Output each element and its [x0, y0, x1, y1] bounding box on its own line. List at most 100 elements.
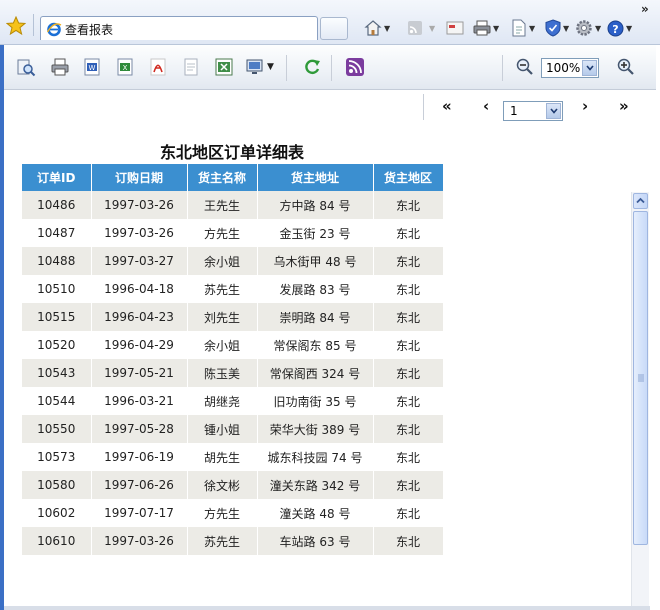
scroll-up-button[interactable]	[633, 193, 648, 209]
export-word-icon[interactable]: W	[82, 57, 102, 77]
table-cell: 方先生	[187, 219, 258, 247]
toolbar-overflow-chevron[interactable]: »	[641, 2, 649, 16]
find-icon[interactable]	[16, 57, 36, 77]
table-cell: 乌木街甲 48 号	[257, 247, 374, 275]
tab-title: 查看报表	[65, 23, 114, 37]
table-cell: 10487	[22, 219, 92, 247]
zoom-value: 100%	[546, 61, 581, 75]
chevron-down-icon: ▼	[626, 23, 633, 33]
toolbar-separator	[286, 55, 287, 81]
table-cell: 1997-03-26	[91, 219, 188, 247]
status-strip	[4, 606, 650, 610]
table-cell: 陈玉美	[187, 359, 258, 387]
vertical-scrollbar[interactable]	[631, 192, 649, 610]
export-excel-data-icon[interactable]	[214, 57, 234, 77]
table-cell: 东北	[373, 471, 444, 499]
zoom-out-icon[interactable]	[515, 57, 535, 77]
last-page-button[interactable]: »	[619, 98, 629, 114]
favorites-star-icon[interactable]	[6, 16, 26, 36]
report-toolbar: W X ▼ 100%	[4, 45, 656, 90]
table-row: 10520 1996-04-29 余小姐 常保阁东 85 号东北	[22, 331, 444, 359]
safety-menu-button[interactable]: ▼	[545, 18, 569, 38]
browser-tab[interactable]: 查看报表	[40, 16, 318, 40]
page-dropdown-button[interactable]	[546, 103, 561, 119]
table-cell: 车站路 63 号	[257, 527, 374, 555]
table-cell: 10544	[22, 387, 92, 415]
table-row: 10580 1997-06-26 徐文彬 潼关东路 342 号东北	[22, 471, 444, 499]
table-cell: 荣华大街 389 号	[257, 415, 374, 443]
table-row: 10487 1997-03-26 方先生 金玉街 23 号东北	[22, 219, 444, 247]
page-number-value: 1	[510, 104, 518, 118]
table-cell: 城东科技园 74 号	[257, 443, 374, 471]
chevron-down-icon: ▼	[595, 23, 602, 33]
table-cell: 1996-03-21	[91, 387, 188, 415]
tools-menu-button[interactable]: ▼	[575, 18, 601, 38]
refresh-icon[interactable]	[302, 57, 322, 77]
table-row: 10515 1996-04-23 刘先生 崇明路 84 号东北	[22, 303, 444, 331]
zoom-select[interactable]: 100%	[541, 58, 599, 78]
table-cell: 10610	[22, 527, 92, 555]
table-cell: 东北	[373, 499, 444, 527]
table-cell: 锺小姐	[187, 415, 258, 443]
export-excel-icon[interactable]: X	[115, 57, 135, 77]
scroll-thumb[interactable]	[633, 211, 648, 545]
page-menu-button[interactable]: ▼	[511, 18, 535, 38]
table-cell: 1997-07-17	[91, 499, 188, 527]
chevron-down-icon: ▼	[429, 23, 436, 33]
table-cell: 刘先生	[187, 303, 258, 331]
table-row: 10544 1996-03-21 胡继尧 旧功南街 35 号东北	[22, 387, 444, 415]
table-cell: 东北	[373, 219, 444, 247]
svg-text:X: X	[123, 64, 128, 72]
table-cell: 潼关路 48 号	[257, 499, 374, 527]
rss-icon[interactable]	[345, 57, 365, 77]
zoom-in-icon[interactable]	[616, 57, 636, 77]
report-title: 东北地区订单详细表	[159, 143, 304, 162]
table-cell: 旧功南街 35 号	[257, 387, 374, 415]
table-cell: 东北	[373, 247, 444, 275]
table-cell: 东北	[373, 275, 444, 303]
table-row: 10510 1996-04-18 苏先生 发展路 83 号东北	[22, 275, 444, 303]
print-button[interactable]: ▼	[473, 18, 499, 38]
first-page-button[interactable]: «	[442, 98, 452, 114]
table-cell: 余小姐	[187, 331, 258, 359]
ie-page-icon	[46, 22, 62, 37]
window-left-border	[0, 45, 4, 610]
column-header: 订单ID	[22, 164, 92, 191]
report-table: 订单ID 订购日期 货主名称 货主地址 货主地区 10486 1997-03-26 王先生方…	[22, 164, 444, 555]
table-cell: 10550	[22, 415, 92, 443]
svg-text:W: W	[89, 64, 96, 72]
table-cell: 10510	[22, 275, 92, 303]
table-cell: 1997-03-26	[91, 191, 188, 219]
page-number-select[interactable]: 1	[503, 101, 563, 121]
column-header: 货主名称	[187, 164, 258, 191]
home-button[interactable]: ▼	[364, 18, 390, 38]
table-cell: 1996-04-29	[91, 331, 188, 359]
export-text-icon[interactable]	[181, 57, 201, 77]
chevron-down-icon[interactable]: ▼	[267, 62, 274, 72]
table-cell: 1997-05-28	[91, 415, 188, 443]
table-cell: 潼关东路 342 号	[257, 471, 374, 499]
feeds-button[interactable]: ▼	[407, 18, 435, 38]
home-icon	[364, 20, 382, 36]
table-row: 10573 1997-06-19 胡先生 城东科技园 74 号东北	[22, 443, 444, 471]
help-menu-button[interactable]: ? ▼	[607, 18, 632, 38]
display-mode-icon[interactable]	[246, 57, 266, 77]
new-tab-button[interactable]	[320, 17, 348, 40]
table-cell: 10543	[22, 359, 92, 387]
zoom-dropdown-button[interactable]	[582, 60, 597, 76]
table-row: 10488 1997-03-27 余小姐 乌木街甲 48 号东北	[22, 247, 444, 275]
export-pdf-icon[interactable]	[148, 57, 168, 77]
next-page-button[interactable]: ›	[582, 98, 588, 114]
previous-page-button[interactable]: ‹	[483, 98, 489, 114]
table-cell: 方中路 84 号	[257, 191, 374, 219]
table-cell: 10602	[22, 499, 92, 527]
table-row: 10550 1997-05-28 锺小姐 荣华大街 389 号东北	[22, 415, 444, 443]
read-mail-button[interactable]	[446, 18, 464, 38]
page-navigation: « ‹ 1 › »	[4, 90, 656, 124]
table-row: 10602 1997-07-17 方先生 潼关路 48 号东北	[22, 499, 444, 527]
print-icon[interactable]	[50, 57, 70, 77]
table-cell: 崇明路 84 号	[257, 303, 374, 331]
nav-separator	[423, 94, 424, 120]
table-cell: 1996-04-18	[91, 275, 188, 303]
table-cell: 苏先生	[187, 527, 258, 555]
